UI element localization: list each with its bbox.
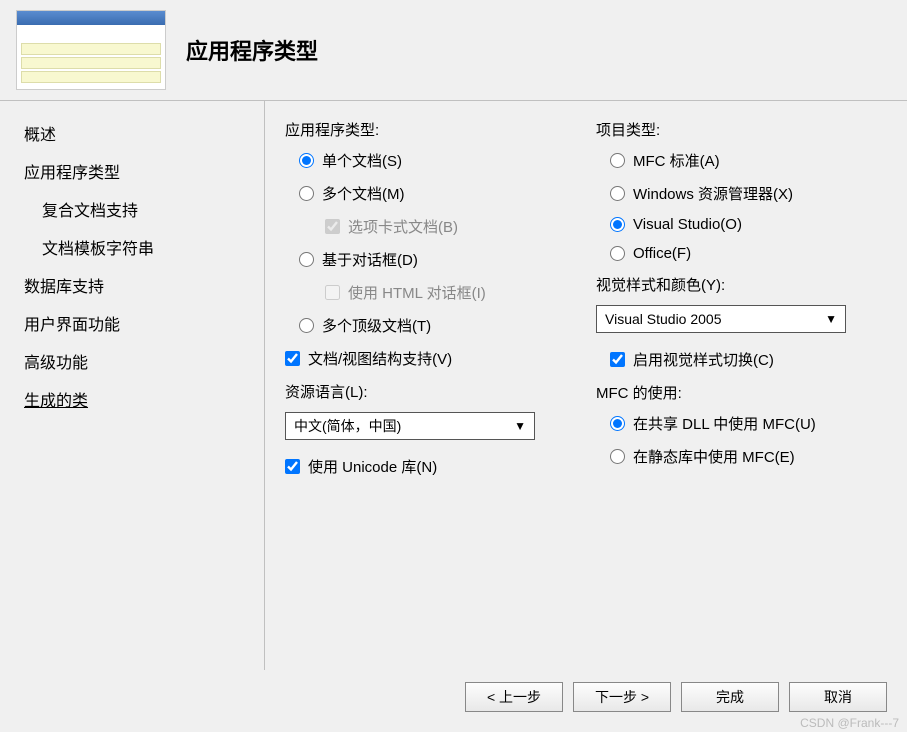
radio-static-lib[interactable] [610,449,625,464]
sidebar-item-generated-classes[interactable]: 生成的类 [24,387,240,411]
select-visual-style-value: Visual Studio 2005 [605,311,722,327]
main-area: 概述 应用程序类型 复合文档支持 文档模板字符串 数据库支持 用户界面功能 高级… [0,101,907,670]
chevron-down-icon: ▼ [514,419,526,433]
check-enable-switch-label[interactable]: 启用视觉样式切换(C) [633,349,774,370]
select-resource-language[interactable]: 中文(简体，中国) ▼ [285,412,535,440]
radio-multi-doc-row: 多个文档(M) [285,183,576,204]
check-enable-switch[interactable] [610,352,625,367]
page-title: 应用程序类型 [186,34,318,66]
sidebar-item-app-type[interactable]: 应用程序类型 [24,159,240,183]
sidebar: 概述 应用程序类型 复合文档支持 文档模板字符串 数据库支持 用户界面功能 高级… [0,101,265,670]
cancel-button[interactable]: 取消 [789,682,887,712]
prev-button[interactable]: < 上一步 [465,682,563,712]
mfc-use-label: MFC 的使用: [596,382,887,403]
sidebar-item-compound-doc[interactable]: 复合文档支持 [24,197,240,221]
radio-visual-studio-row: Visual Studio(O) [596,216,887,233]
sidebar-item-ui-features[interactable]: 用户界面功能 [24,311,240,335]
radio-mfc-std-label[interactable]: MFC 标准(A) [633,150,720,171]
radio-visual-studio[interactable] [610,217,625,232]
select-resource-language-value: 中文(简体，中国) [294,416,401,436]
res-lang-label: 资源语言(L): [285,381,576,402]
radio-shared-dll-row: 在共享 DLL 中使用 MFC(U) [596,413,887,434]
sidebar-item-overview[interactable]: 概述 [24,121,240,145]
check-unicode-row: 使用 Unicode 库(N) [285,456,576,477]
radio-win-explorer[interactable] [610,186,625,201]
footer: < 上一步 下一步 > 完成 取消 CSDN @Frank---7 [0,670,907,732]
check-doc-view-row: 文档/视图结构支持(V) [285,348,576,369]
check-tabbed-doc [325,219,340,234]
watermark: CSDN @Frank---7 [800,716,899,730]
visual-style-label: 视觉样式和颜色(Y): [596,274,887,295]
check-doc-view[interactable] [285,351,300,366]
sidebar-item-database[interactable]: 数据库支持 [24,273,240,297]
radio-static-lib-label[interactable]: 在静态库中使用 MFC(E) [633,446,795,467]
check-enable-switch-row: 启用视觉样式切换(C) [596,349,887,370]
sidebar-item-advanced[interactable]: 高级功能 [24,349,240,373]
radio-multi-top-row: 多个顶级文档(T) [285,315,576,336]
select-visual-style[interactable]: Visual Studio 2005 ▼ [596,305,846,333]
radio-multi-top-label[interactable]: 多个顶级文档(T) [322,315,431,336]
check-tabbed-doc-label: 选项卡式文档(B) [348,216,458,237]
check-html-dialog-row: 使用 HTML 对话框(I) [285,282,576,303]
radio-dialog-row: 基于对话框(D) [285,249,576,270]
radio-dialog-label[interactable]: 基于对话框(D) [322,249,418,270]
left-column: 应用程序类型: 单个文档(S) 多个文档(M) 选项卡式文档(B) 基于对话框(… [285,119,596,652]
check-tabbed-doc-row: 选项卡式文档(B) [285,216,576,237]
app-type-label: 应用程序类型: [285,119,576,140]
next-button[interactable]: 下一步 > [573,682,671,712]
content-area: 应用程序类型: 单个文档(S) 多个文档(M) 选项卡式文档(B) 基于对话框(… [265,101,907,670]
radio-office-row: Office(F) [596,245,887,262]
sidebar-item-doc-template[interactable]: 文档模板字符串 [24,235,240,259]
finish-button[interactable]: 完成 [681,682,779,712]
wizard-dialog: 应用程序类型 概述 应用程序类型 复合文档支持 文档模板字符串 数据库支持 用户… [0,0,907,732]
check-html-dialog [325,285,340,300]
radio-win-explorer-label[interactable]: Windows 资源管理器(X) [633,183,793,204]
radio-visual-studio-label[interactable]: Visual Studio(O) [633,216,742,233]
header: 应用程序类型 [0,0,907,100]
radio-shared-dll-label[interactable]: 在共享 DLL 中使用 MFC(U) [633,413,816,434]
header-preview-image [16,10,166,90]
check-unicode-label[interactable]: 使用 Unicode 库(N) [308,456,437,477]
check-unicode[interactable] [285,459,300,474]
check-html-dialog-label: 使用 HTML 对话框(I) [348,282,486,303]
radio-single-doc-label[interactable]: 单个文档(S) [322,150,402,171]
radio-static-lib-row: 在静态库中使用 MFC(E) [596,446,887,467]
check-doc-view-label[interactable]: 文档/视图结构支持(V) [308,348,452,369]
radio-win-explorer-row: Windows 资源管理器(X) [596,183,887,204]
radio-mfc-std[interactable] [610,153,625,168]
radio-multi-doc-label[interactable]: 多个文档(M) [322,183,405,204]
radio-multi-top[interactable] [299,318,314,333]
proj-type-label: 项目类型: [596,119,887,140]
radio-dialog[interactable] [299,252,314,267]
radio-multi-doc[interactable] [299,186,314,201]
radio-single-doc-row: 单个文档(S) [285,150,576,171]
radio-mfc-std-row: MFC 标准(A) [596,150,887,171]
radio-office-label[interactable]: Office(F) [633,245,691,262]
chevron-down-icon: ▼ [825,312,837,326]
radio-office[interactable] [610,246,625,261]
radio-single-doc[interactable] [299,153,314,168]
right-column: 项目类型: MFC 标准(A) Windows 资源管理器(X) Visual … [596,119,887,652]
radio-shared-dll[interactable] [610,416,625,431]
